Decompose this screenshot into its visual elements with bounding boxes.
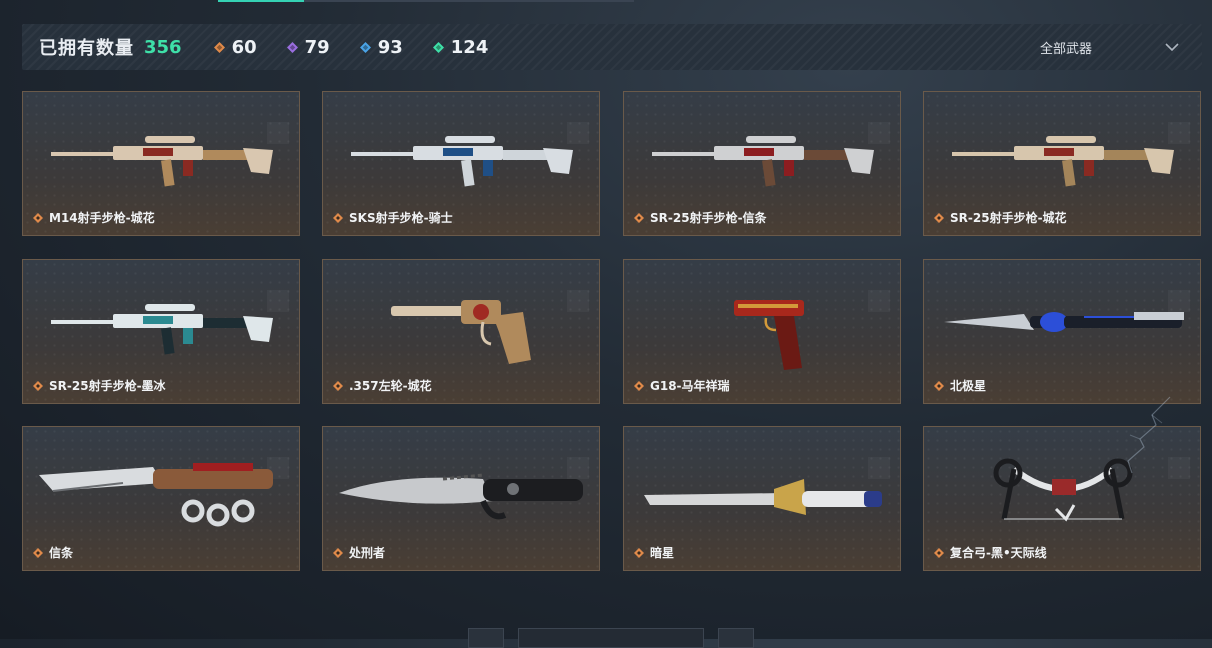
weapon-card[interactable]: SR-25射手步枪-墨冰 xyxy=(22,259,300,404)
pagination xyxy=(468,628,768,648)
weapon-name: M14射手步枪-城花 xyxy=(49,211,155,225)
weapon-name: 处刑者 xyxy=(349,546,386,560)
weapon-card[interactable]: SKS射手步枪-骑士 xyxy=(322,91,600,236)
weapon-rifle-image xyxy=(51,304,273,355)
weapon-caption: 复合弓-黑•天际线 xyxy=(934,544,1047,561)
rarity-counts: 60 79 93 124 xyxy=(182,36,489,58)
weapon-caption: 暗星 xyxy=(634,544,674,561)
rarity-diamond-icon xyxy=(634,547,644,558)
lightning-decoration xyxy=(1127,396,1171,474)
rarity-diamond-icon xyxy=(33,547,43,558)
weapon-rifle-image xyxy=(51,136,273,187)
chevron-down-icon xyxy=(1165,43,1179,52)
owned-label: 已拥有数量 xyxy=(39,38,134,59)
rarity-count-3: 124 xyxy=(432,36,489,58)
weapon-card[interactable]: SR-25射手步枪-城花 xyxy=(923,91,1201,236)
rarity-count-value: 124 xyxy=(450,36,489,58)
rarity-diamond-icon xyxy=(634,212,644,223)
weapon-card[interactable]: M14射手步枪-城花 xyxy=(22,91,300,236)
weapon-caption: G18-马年祥瑞 xyxy=(634,377,730,394)
rarity-diamond-icon xyxy=(333,547,343,558)
weapon-dagger-image xyxy=(944,312,1184,332)
weapon-name: 北极星 xyxy=(950,379,987,393)
weapon-filter-dropdown[interactable]: 全部武器 xyxy=(1040,24,1180,70)
weapon-card[interactable]: 暗星 xyxy=(623,426,901,571)
weapon-card[interactable]: G18-马年祥瑞 xyxy=(623,259,901,404)
weapon-card[interactable]: 信条 xyxy=(22,426,300,571)
weapon-card[interactable]: SR-25射手步枪-信条 xyxy=(623,91,901,236)
weapon-sword-image xyxy=(644,479,882,515)
weapon-name: SKS射手步枪-骑士 xyxy=(349,211,453,225)
weapon-caption: SR-25射手步枪-城花 xyxy=(934,209,1067,226)
weapon-name: SR-25射手步枪-墨冰 xyxy=(49,379,166,393)
tab-underline xyxy=(218,0,634,2)
orange-diamond-icon xyxy=(213,41,225,53)
weapon-caption: 处刑者 xyxy=(333,544,385,561)
weapon-name: .357左轮-城花 xyxy=(349,379,432,393)
weapon-rifle-image xyxy=(351,136,573,187)
rarity-diamond-icon xyxy=(333,212,343,223)
rarity-count-0: 60 xyxy=(213,36,257,58)
rarity-diamond-icon xyxy=(333,380,343,391)
rarity-count-value: 79 xyxy=(304,36,330,58)
weapon-filter-label: 全部武器 xyxy=(1039,41,1092,57)
weapon-caption: SR-25射手步枪-信条 xyxy=(634,209,767,226)
next-page-button[interactable] xyxy=(718,628,754,648)
weapon-rifle-image xyxy=(952,136,1174,187)
rarity-diamond-icon xyxy=(934,212,944,223)
rarity-diamond-icon xyxy=(33,380,43,391)
rarity-count-2: 93 xyxy=(359,36,403,58)
weapon-card[interactable]: 处刑者 xyxy=(322,426,600,571)
weapon-knuckle-image xyxy=(39,463,273,527)
weapon-caption: SKS射手步枪-骑士 xyxy=(333,209,453,226)
rarity-count-value: 60 xyxy=(231,36,257,58)
weapon-revolver-image xyxy=(391,300,531,364)
active-tab-indicator xyxy=(218,0,304,2)
weapon-name: 信条 xyxy=(49,546,74,560)
weapon-name: 暗星 xyxy=(650,546,675,560)
rarity-count-value: 93 xyxy=(377,36,403,58)
rarity-count-1: 79 xyxy=(286,36,330,58)
weapon-caption: M14射手步枪-城花 xyxy=(33,209,155,226)
weapon-caption: 北极星 xyxy=(934,377,986,394)
weapon-name: SR-25射手步枪-城花 xyxy=(950,211,1067,225)
weapon-caption: SR-25射手步枪-墨冰 xyxy=(33,377,166,394)
weapon-card[interactable]: .357左轮-城花 xyxy=(322,259,600,404)
blue-diamond-icon xyxy=(359,41,371,53)
weapon-pistol-image xyxy=(734,300,804,370)
weapon-card[interactable]: 北极星 xyxy=(923,259,1201,404)
purple-diamond-icon xyxy=(286,41,298,53)
rarity-diamond-icon xyxy=(934,547,944,558)
weapon-rifle-image xyxy=(652,136,874,187)
weapon-name: 复合弓-黑•天际线 xyxy=(950,546,1047,560)
inventory-header: 已拥有数量 356 60 79 93 124 全部武器 xyxy=(22,24,1202,70)
owned-count: 356 xyxy=(144,36,182,58)
prev-page-button[interactable] xyxy=(468,628,504,648)
rarity-diamond-icon xyxy=(934,380,944,391)
weapon-caption: .357左轮-城花 xyxy=(333,377,432,394)
weapon-name: SR-25射手步枪-信条 xyxy=(650,211,767,225)
rarity-diamond-icon xyxy=(634,380,644,391)
green-diamond-icon xyxy=(432,41,444,53)
rarity-diamond-icon xyxy=(33,212,43,223)
weapon-name: G18-马年祥瑞 xyxy=(650,379,730,393)
page-indicator xyxy=(518,628,704,648)
weapon-knife-image xyxy=(339,473,583,520)
weapon-caption: 信条 xyxy=(33,544,73,561)
